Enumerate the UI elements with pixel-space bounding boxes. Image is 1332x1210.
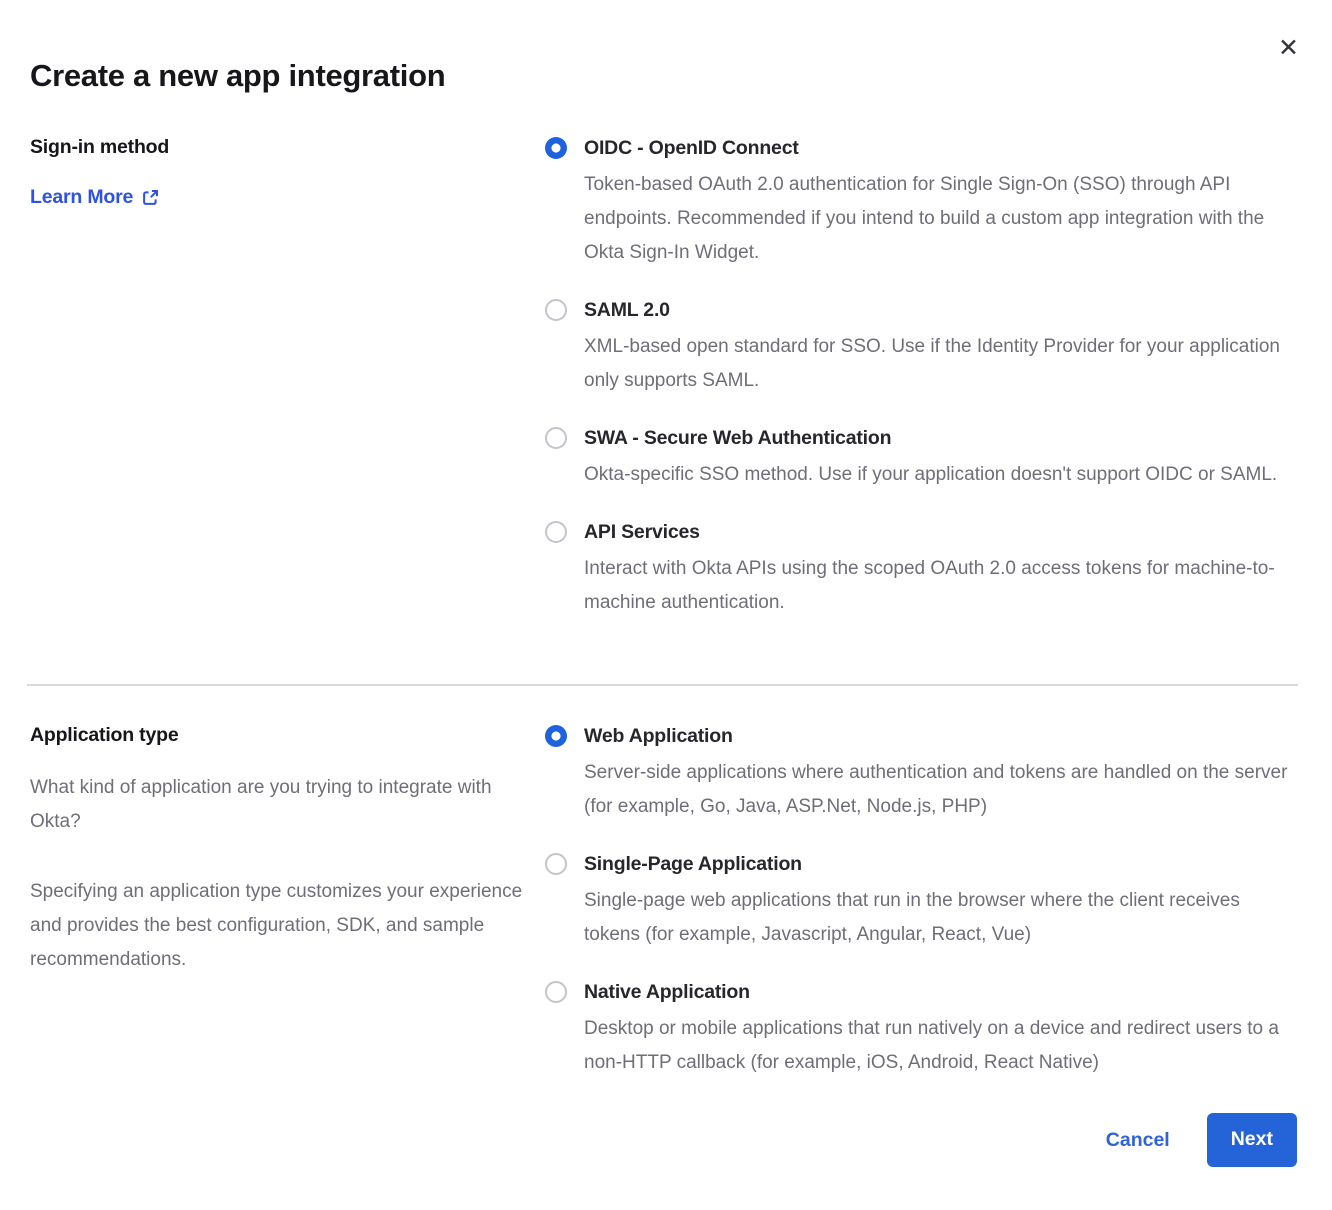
option-api-services[interactable]: API Services Interact with Okta APIs usi… bbox=[545, 520, 1298, 620]
option-description: Interact with Okta APIs using the scoped… bbox=[584, 552, 1298, 620]
external-link-icon bbox=[142, 189, 159, 206]
cancel-button[interactable]: Cancel bbox=[1106, 1129, 1170, 1152]
next-button[interactable]: Next bbox=[1207, 1113, 1297, 1167]
section-divider bbox=[27, 684, 1298, 686]
application-type-label: Application type bbox=[30, 724, 525, 747]
option-single-page-application[interactable]: Single-Page Application Single-page web … bbox=[545, 852, 1298, 952]
learn-more-link[interactable]: Learn More bbox=[30, 186, 159, 209]
option-description: Desktop or mobile applications that run … bbox=[584, 1012, 1298, 1080]
option-title: OIDC - OpenID Connect bbox=[584, 136, 1298, 160]
sign-in-method-label: Sign-in method bbox=[30, 136, 525, 159]
radio-unselected-icon[interactable] bbox=[545, 427, 567, 449]
option-description: Okta-specific SSO method. Use if your ap… bbox=[584, 458, 1277, 492]
radio-unselected-icon[interactable] bbox=[545, 299, 567, 321]
option-description: Single-page web applications that run in… bbox=[584, 884, 1298, 952]
option-oidc[interactable]: OIDC - OpenID Connect Token-based OAuth … bbox=[545, 136, 1298, 270]
option-title: SWA - Secure Web Authentication bbox=[584, 426, 1277, 450]
option-web-application[interactable]: Web Application Server-side applications… bbox=[545, 724, 1298, 824]
application-type-section: Application type What kind of applicatio… bbox=[0, 724, 1332, 1080]
create-app-integration-dialog: ✕ Create a new app integration Sign-in m… bbox=[0, 0, 1332, 1210]
option-title: Single-Page Application bbox=[584, 852, 1298, 876]
application-type-help-2: Specifying an application type customize… bbox=[30, 875, 525, 977]
close-icon[interactable]: ✕ bbox=[1278, 36, 1299, 61]
option-description: Server-side applications where authentic… bbox=[584, 756, 1298, 824]
dialog-footer: Cancel Next bbox=[1106, 1113, 1297, 1167]
option-description: Token-based OAuth 2.0 authentication for… bbox=[584, 168, 1298, 270]
radio-selected-icon[interactable] bbox=[545, 137, 567, 159]
radio-selected-icon[interactable] bbox=[545, 725, 567, 747]
radio-unselected-icon[interactable] bbox=[545, 521, 567, 543]
option-title: API Services bbox=[584, 520, 1298, 544]
option-native-application[interactable]: Native Application Desktop or mobile app… bbox=[545, 980, 1298, 1080]
radio-unselected-icon[interactable] bbox=[545, 981, 567, 1003]
learn-more-label: Learn More bbox=[30, 186, 133, 209]
radio-unselected-icon[interactable] bbox=[545, 853, 567, 875]
application-type-help-1: What kind of application are you trying … bbox=[30, 771, 525, 839]
option-title: SAML 2.0 bbox=[584, 298, 1298, 322]
option-swa[interactable]: SWA - Secure Web Authentication Okta-spe… bbox=[545, 426, 1298, 492]
dialog-title: Create a new app integration bbox=[30, 58, 1332, 94]
option-saml[interactable]: SAML 2.0 XML-based open standard for SSO… bbox=[545, 298, 1298, 398]
sign-in-method-section: Sign-in method Learn More OIDC - OpenID … bbox=[0, 136, 1332, 620]
option-title: Native Application bbox=[584, 980, 1298, 1004]
option-title: Web Application bbox=[584, 724, 1298, 748]
option-description: XML-based open standard for SSO. Use if … bbox=[584, 330, 1298, 398]
